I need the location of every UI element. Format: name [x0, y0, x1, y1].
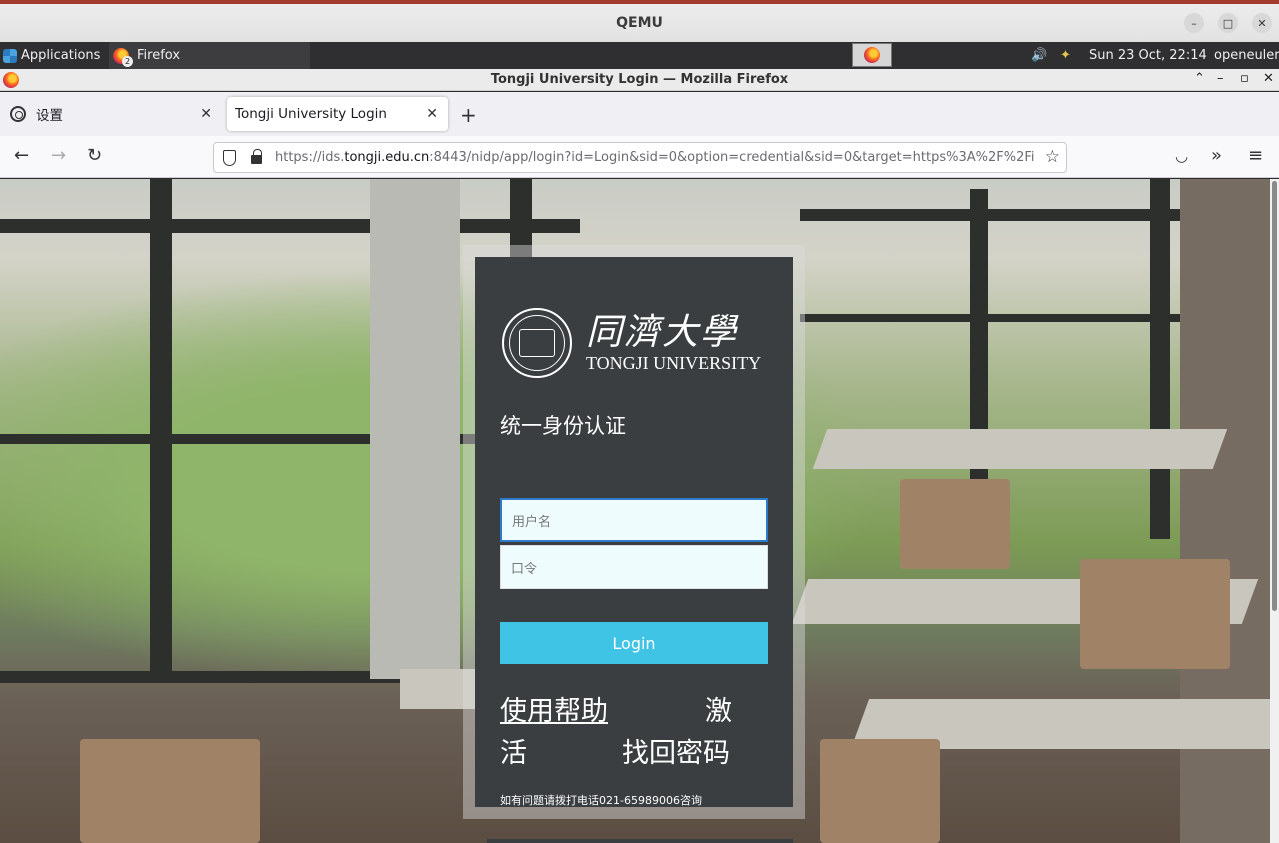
tab-bar: 设置 ✕ Tongji University Login ✕ +	[0, 92, 1279, 136]
close-tab-icon[interactable]: ✕	[426, 106, 438, 122]
applications-menu[interactable]: Applications ⋮	[0, 42, 116, 69]
password-placeholder: 口令	[511, 561, 538, 577]
back-icon[interactable]: ←	[14, 145, 29, 166]
login-button[interactable]: Login	[500, 622, 768, 664]
clock[interactable]: Sun 23 Oct, 22:14	[1089, 42, 1207, 69]
qemu-titlebar: QEMU – □ ✕	[0, 0, 1279, 42]
tray-firefox[interactable]	[852, 43, 892, 67]
login-panel: 同濟大學 TONGJI UNIVERSITY 统一身份认证 用户名 口令 Log…	[475, 257, 793, 807]
bookmark-star-icon[interactable]: ☆	[1045, 147, 1060, 167]
close-tab-icon[interactable]: ✕	[200, 106, 212, 122]
page-background: 同濟大學 TONGJI UNIVERSITY 统一身份认证 用户名 口令 Log…	[0, 179, 1270, 843]
reset-password-link[interactable]: 找回密码	[622, 731, 730, 770]
close-button[interactable]: ✕	[1252, 13, 1272, 33]
shade-icon[interactable]: ⌃	[1194, 71, 1205, 86]
reload-icon[interactable]: ↻	[87, 145, 102, 166]
user-menu[interactable]: openeuler	[1214, 42, 1279, 69]
tab-tongji-login[interactable]: Tongji University Login ✕	[227, 97, 448, 131]
tab-label: Tongji University Login	[235, 106, 387, 122]
tab-settings[interactable]: 设置 ✕	[0, 97, 222, 131]
maximize-icon: □	[1222, 16, 1234, 30]
firefox-titlebar: Tongji University Login — Mozilla Firefo…	[0, 69, 1279, 91]
taskbar-firefox[interactable]: 2 Firefox	[109, 42, 310, 69]
hamburger-menu-icon[interactable]: ≡	[1248, 145, 1263, 166]
window-count-badge: 2	[122, 55, 133, 67]
ff-minimize-icon[interactable]: –	[1217, 71, 1224, 86]
network-icon[interactable]: ✦	[1060, 42, 1071, 69]
taskbar-firefox-label: Firefox	[137, 48, 181, 63]
maximize-button[interactable]: □	[1218, 13, 1238, 33]
tracking-protection-icon[interactable]	[223, 150, 236, 166]
close-icon: ✕	[1257, 16, 1267, 30]
new-tab-button[interactable]: +	[460, 103, 477, 127]
login-panel-frame: 同濟大學 TONGJI UNIVERSITY 统一身份认证 用户名 口令 Log…	[463, 245, 805, 819]
qemu-title: QEMU	[616, 15, 663, 31]
lock-icon[interactable]	[251, 149, 262, 164]
ff-maximize-icon[interactable]: ▫	[1240, 71, 1249, 86]
university-seal-icon	[502, 308, 572, 378]
contact-hint: 如有问题请拨打电话021-65989006咨询	[500, 794, 702, 807]
username-placeholder: 用户名	[512, 514, 552, 530]
volume-icon[interactable]: 🔊	[1031, 42, 1047, 69]
url-text[interactable]: https://ids.tongji.edu.cn:8443/nidp/app/…	[275, 150, 1037, 165]
scrollbar-thumb[interactable]	[1272, 181, 1277, 611]
minimize-icon: –	[1191, 16, 1197, 30]
tab-label: 设置	[36, 108, 63, 124]
page-scrollbar[interactable]	[1270, 179, 1279, 843]
logo-chinese-name: 同濟大學	[586, 311, 739, 353]
tongji-logo: 同濟大學 TONGJI UNIVERSITY	[502, 305, 764, 381]
navigation-toolbar: ← → ↻ https://ids.tongji.edu.cn:8443/nid…	[0, 136, 1279, 178]
pocket-icon[interactable]: ◡	[1175, 147, 1188, 165]
activate-link-part1[interactable]: 激	[705, 689, 732, 728]
overflow-menu-icon[interactable]: »	[1211, 145, 1222, 166]
activate-link-part2[interactable]: 活	[500, 731, 527, 770]
help-link[interactable]: 使用帮助	[500, 689, 608, 728]
forward-icon[interactable]: →	[51, 145, 66, 166]
applications-label: Applications	[21, 48, 101, 63]
minimize-button[interactable]: –	[1184, 13, 1204, 33]
firefox-icon: 2	[113, 47, 133, 67]
password-input[interactable]: 口令	[500, 545, 768, 589]
gear-icon	[10, 106, 26, 122]
ff-close-icon[interactable]: ✕	[1263, 71, 1274, 86]
firefox-tray-icon	[864, 47, 880, 63]
url-bar[interactable]: https://ids.tongji.edu.cn:8443/nidp/app/…	[213, 142, 1067, 173]
page-title: 统一身份认证	[500, 414, 626, 438]
logo-english-name: TONGJI UNIVERSITY	[586, 352, 762, 373]
username-input[interactable]: 用户名	[500, 498, 768, 542]
applications-icon	[3, 48, 17, 63]
window-title: Tongji University Login — Mozilla Firefo…	[490, 72, 789, 87]
desktop-panel: Applications ⋮ 2 Firefox 🔊 ✦ Sun 23 Oct,…	[0, 42, 1279, 69]
